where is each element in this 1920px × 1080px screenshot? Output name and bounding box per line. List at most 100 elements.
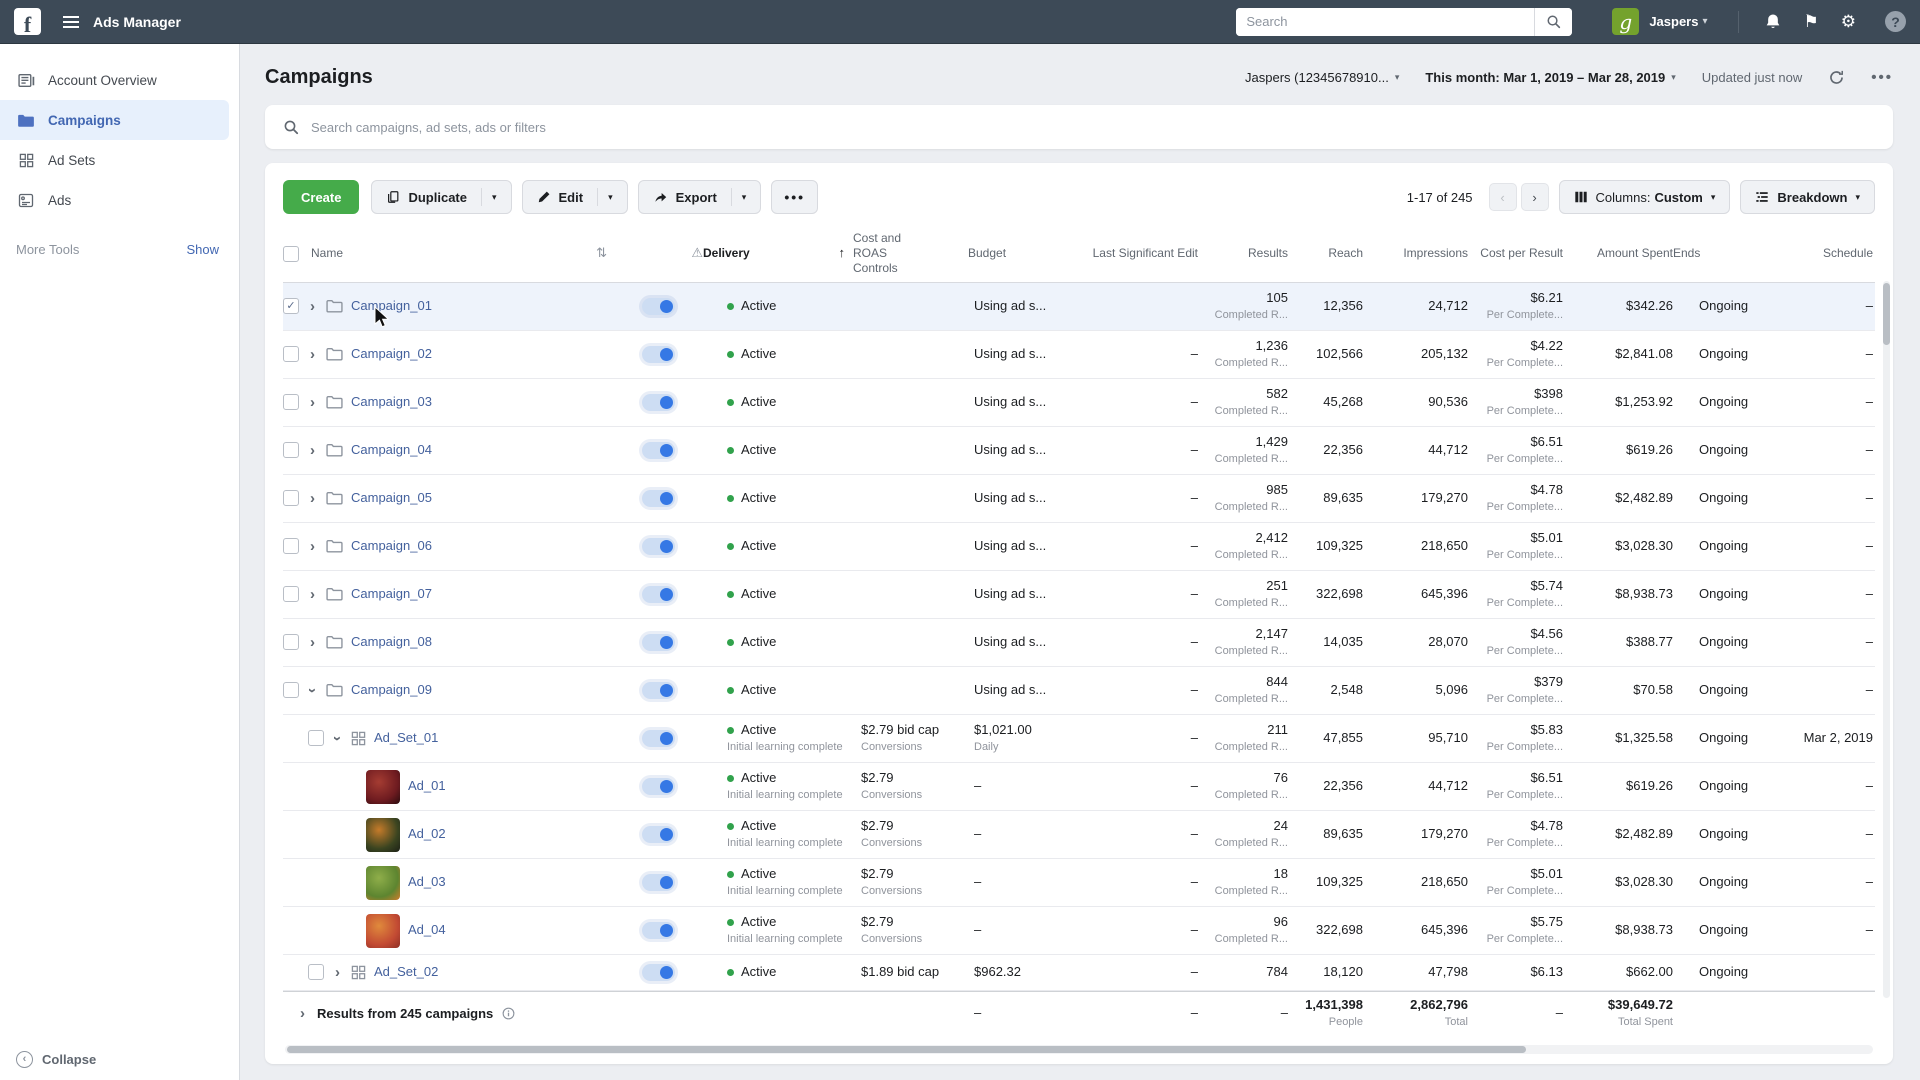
expand-chevron-icon[interactable]: › bbox=[307, 587, 318, 602]
expand-chevron-icon[interactable]: › bbox=[307, 539, 318, 554]
row-checkbox[interactable] bbox=[283, 586, 299, 603]
col-reach[interactable]: Reach bbox=[1288, 242, 1363, 265]
adset-row[interactable]: › Ad_Set_02 Active $1.89 bid cap $962.32 – 784… bbox=[283, 955, 1875, 991]
campaign-row[interactable]: › Campaign_05 Active Using ad s... –985 Compl… bbox=[283, 475, 1875, 523]
breakdown-button[interactable]: Breakdown ▾ bbox=[1740, 180, 1875, 214]
caret-down-icon[interactable]: ▾ bbox=[742, 192, 747, 203]
horizontal-scrollbar-thumb[interactable] bbox=[287, 1046, 1526, 1053]
hamburger-menu-icon[interactable] bbox=[63, 15, 79, 28]
row-name-link[interactable]: Campaign_06 bbox=[351, 538, 432, 555]
vertical-scrollbar-thumb[interactable] bbox=[1883, 283, 1890, 345]
facebook-logo-icon[interactable]: f bbox=[14, 8, 41, 35]
prev-page-button[interactable]: ‹ bbox=[1488, 183, 1517, 211]
expand-chevron-icon[interactable]: › bbox=[307, 491, 318, 506]
col-schedule[interactable]: Schedule bbox=[1758, 242, 1873, 265]
next-page-button[interactable]: › bbox=[1520, 183, 1549, 211]
ad-row[interactable]: Ad_01 Active Initial learning complete $2.7… bbox=[283, 763, 1875, 811]
delivery-toggle[interactable] bbox=[641, 394, 675, 411]
row-checkbox[interactable] bbox=[283, 538, 299, 555]
sidebar-item-account-overview[interactable]: Account Overview bbox=[0, 60, 229, 100]
caret-down-icon[interactable]: ▾ bbox=[1711, 192, 1716, 203]
row-name-link[interactable]: Ad_03 bbox=[408, 874, 446, 891]
expand-chevron-icon[interactable]: › bbox=[332, 965, 343, 980]
row-name-link[interactable]: Ad_01 bbox=[408, 778, 446, 795]
delivery-toggle[interactable] bbox=[641, 298, 675, 315]
search-submit-button[interactable] bbox=[1534, 7, 1573, 36]
ad-row[interactable]: Ad_02 Active Initial learning complete $2.7… bbox=[283, 811, 1875, 859]
col-name[interactable]: Name bbox=[311, 246, 343, 261]
user-avatar[interactable]: g bbox=[1612, 8, 1640, 35]
row-name-link[interactable]: Campaign_02 bbox=[351, 346, 432, 363]
col-budget[interactable]: Budget bbox=[968, 242, 1073, 265]
more-tools-show-link[interactable]: Show bbox=[186, 242, 219, 257]
collapse-chevron-icon[interactable]: › bbox=[329, 733, 346, 744]
horizontal-scrollbar[interactable] bbox=[285, 1045, 1873, 1054]
col-amount-spent[interactable]: Amount Spent bbox=[1563, 242, 1673, 265]
col-last-edit[interactable]: Last Significant Edit bbox=[1073, 242, 1198, 265]
row-checkbox[interactable] bbox=[283, 346, 299, 363]
delivery-toggle[interactable] bbox=[641, 682, 675, 699]
row-name-link[interactable]: Ad_04 bbox=[408, 922, 446, 939]
delivery-toggle[interactable] bbox=[641, 634, 675, 651]
vertical-scrollbar[interactable] bbox=[1883, 281, 1890, 998]
sidebar-item-ads[interactable]: Ads bbox=[0, 180, 229, 220]
expand-chevron-icon[interactable]: › bbox=[307, 395, 318, 410]
info-icon[interactable] bbox=[502, 1007, 515, 1020]
row-checkbox[interactable] bbox=[283, 634, 299, 651]
row-name-link[interactable]: Campaign_05 bbox=[351, 490, 432, 507]
campaign-row[interactable]: › Campaign_07 Active Using ad s... –251 Compl… bbox=[283, 571, 1875, 619]
campaign-row[interactable]: › Campaign_08 Active Using ad s... –2,147 Com… bbox=[283, 619, 1875, 667]
delivery-toggle[interactable] bbox=[641, 730, 675, 747]
filter-search-input[interactable] bbox=[311, 119, 1875, 135]
create-button[interactable]: Create bbox=[283, 180, 360, 214]
sidebar-item-ad-sets[interactable]: Ad Sets bbox=[0, 140, 229, 180]
col-cost-per-result[interactable]: Cost per Result bbox=[1468, 242, 1563, 265]
sidebar-item-campaigns[interactable]: Campaigns bbox=[0, 100, 229, 140]
help-icon[interactable]: ? bbox=[1885, 11, 1906, 32]
row-name-link[interactable]: Campaign_08 bbox=[351, 634, 432, 651]
row-checkbox[interactable] bbox=[308, 964, 324, 981]
caret-down-icon[interactable]: ▾ bbox=[608, 192, 613, 203]
account-selector[interactable]: Jaspers (12345678910... ▾ bbox=[1245, 70, 1399, 85]
caret-down-icon[interactable]: ▾ bbox=[1855, 192, 1860, 203]
sort-ascending-icon[interactable]: ↑ bbox=[839, 245, 854, 261]
row-name-link[interactable]: Campaign_01 bbox=[351, 298, 432, 315]
delivery-toggle[interactable] bbox=[641, 586, 675, 603]
duplicate-button[interactable]: Duplicate ▾ bbox=[371, 180, 512, 214]
more-actions-button[interactable]: ••• bbox=[771, 180, 819, 214]
col-delivery[interactable]: Delivery bbox=[703, 246, 750, 261]
sort-icon[interactable]: ⇅ bbox=[596, 245, 607, 261]
row-name-link[interactable]: Campaign_09 bbox=[351, 682, 432, 699]
campaign-row[interactable]: › Campaign_06 Active Using ad s... –2,412 Com… bbox=[283, 523, 1875, 571]
col-ends[interactable]: Ends bbox=[1673, 242, 1758, 265]
col-roas[interactable]: Cost and ROAS Controls bbox=[853, 227, 933, 280]
more-options-icon[interactable]: ••• bbox=[1871, 69, 1893, 86]
export-button[interactable]: Export ▾ bbox=[637, 180, 762, 214]
row-checkbox[interactable]: ✓ bbox=[283, 298, 299, 315]
expand-chevron-icon[interactable]: › bbox=[307, 635, 318, 650]
row-name-link[interactable]: Campaign_03 bbox=[351, 394, 432, 411]
campaign-row[interactable]: ✓ › Campaign_01 Active Using ad s... 105 Compl… bbox=[283, 283, 1875, 331]
delivery-toggle[interactable] bbox=[641, 826, 675, 843]
row-name-link[interactable]: Ad_02 bbox=[408, 826, 446, 843]
row-checkbox[interactable] bbox=[283, 490, 299, 507]
adset-row[interactable]: › Ad_Set_01 Active Initial learning complet… bbox=[283, 715, 1875, 763]
row-name-link[interactable]: Campaign_04 bbox=[351, 442, 432, 459]
row-name-link[interactable]: Ad_Set_01 bbox=[374, 730, 438, 747]
delivery-toggle[interactable] bbox=[641, 964, 675, 981]
campaign-row[interactable]: › Campaign_02 Active Using ad s... –1,236 Com… bbox=[283, 331, 1875, 379]
caret-down-icon[interactable]: ▾ bbox=[492, 192, 497, 203]
campaign-row[interactable]: › Campaign_09 Active Using ad s... –844 Compl… bbox=[283, 667, 1875, 715]
refresh-icon[interactable] bbox=[1828, 69, 1845, 86]
col-results[interactable]: Results bbox=[1198, 242, 1288, 265]
date-range-selector[interactable]: This month: Mar 1, 2019 – Mar 28, 2019 ▾ bbox=[1425, 70, 1675, 85]
settings-gear-icon[interactable]: ⚙ bbox=[1841, 13, 1856, 30]
expand-chevron[interactable]: › bbox=[297, 1006, 308, 1021]
ad-row[interactable]: Ad_04 Active Initial learning complete $2.7… bbox=[283, 907, 1875, 955]
delivery-toggle[interactable] bbox=[641, 922, 675, 939]
pages-flag-icon[interactable]: ⚑ bbox=[1804, 13, 1819, 30]
row-checkbox[interactable] bbox=[283, 394, 299, 411]
delivery-toggle[interactable] bbox=[641, 346, 675, 363]
user-menu-caret-icon[interactable]: ▾ bbox=[1702, 16, 1707, 27]
select-all-checkbox[interactable] bbox=[283, 245, 299, 262]
